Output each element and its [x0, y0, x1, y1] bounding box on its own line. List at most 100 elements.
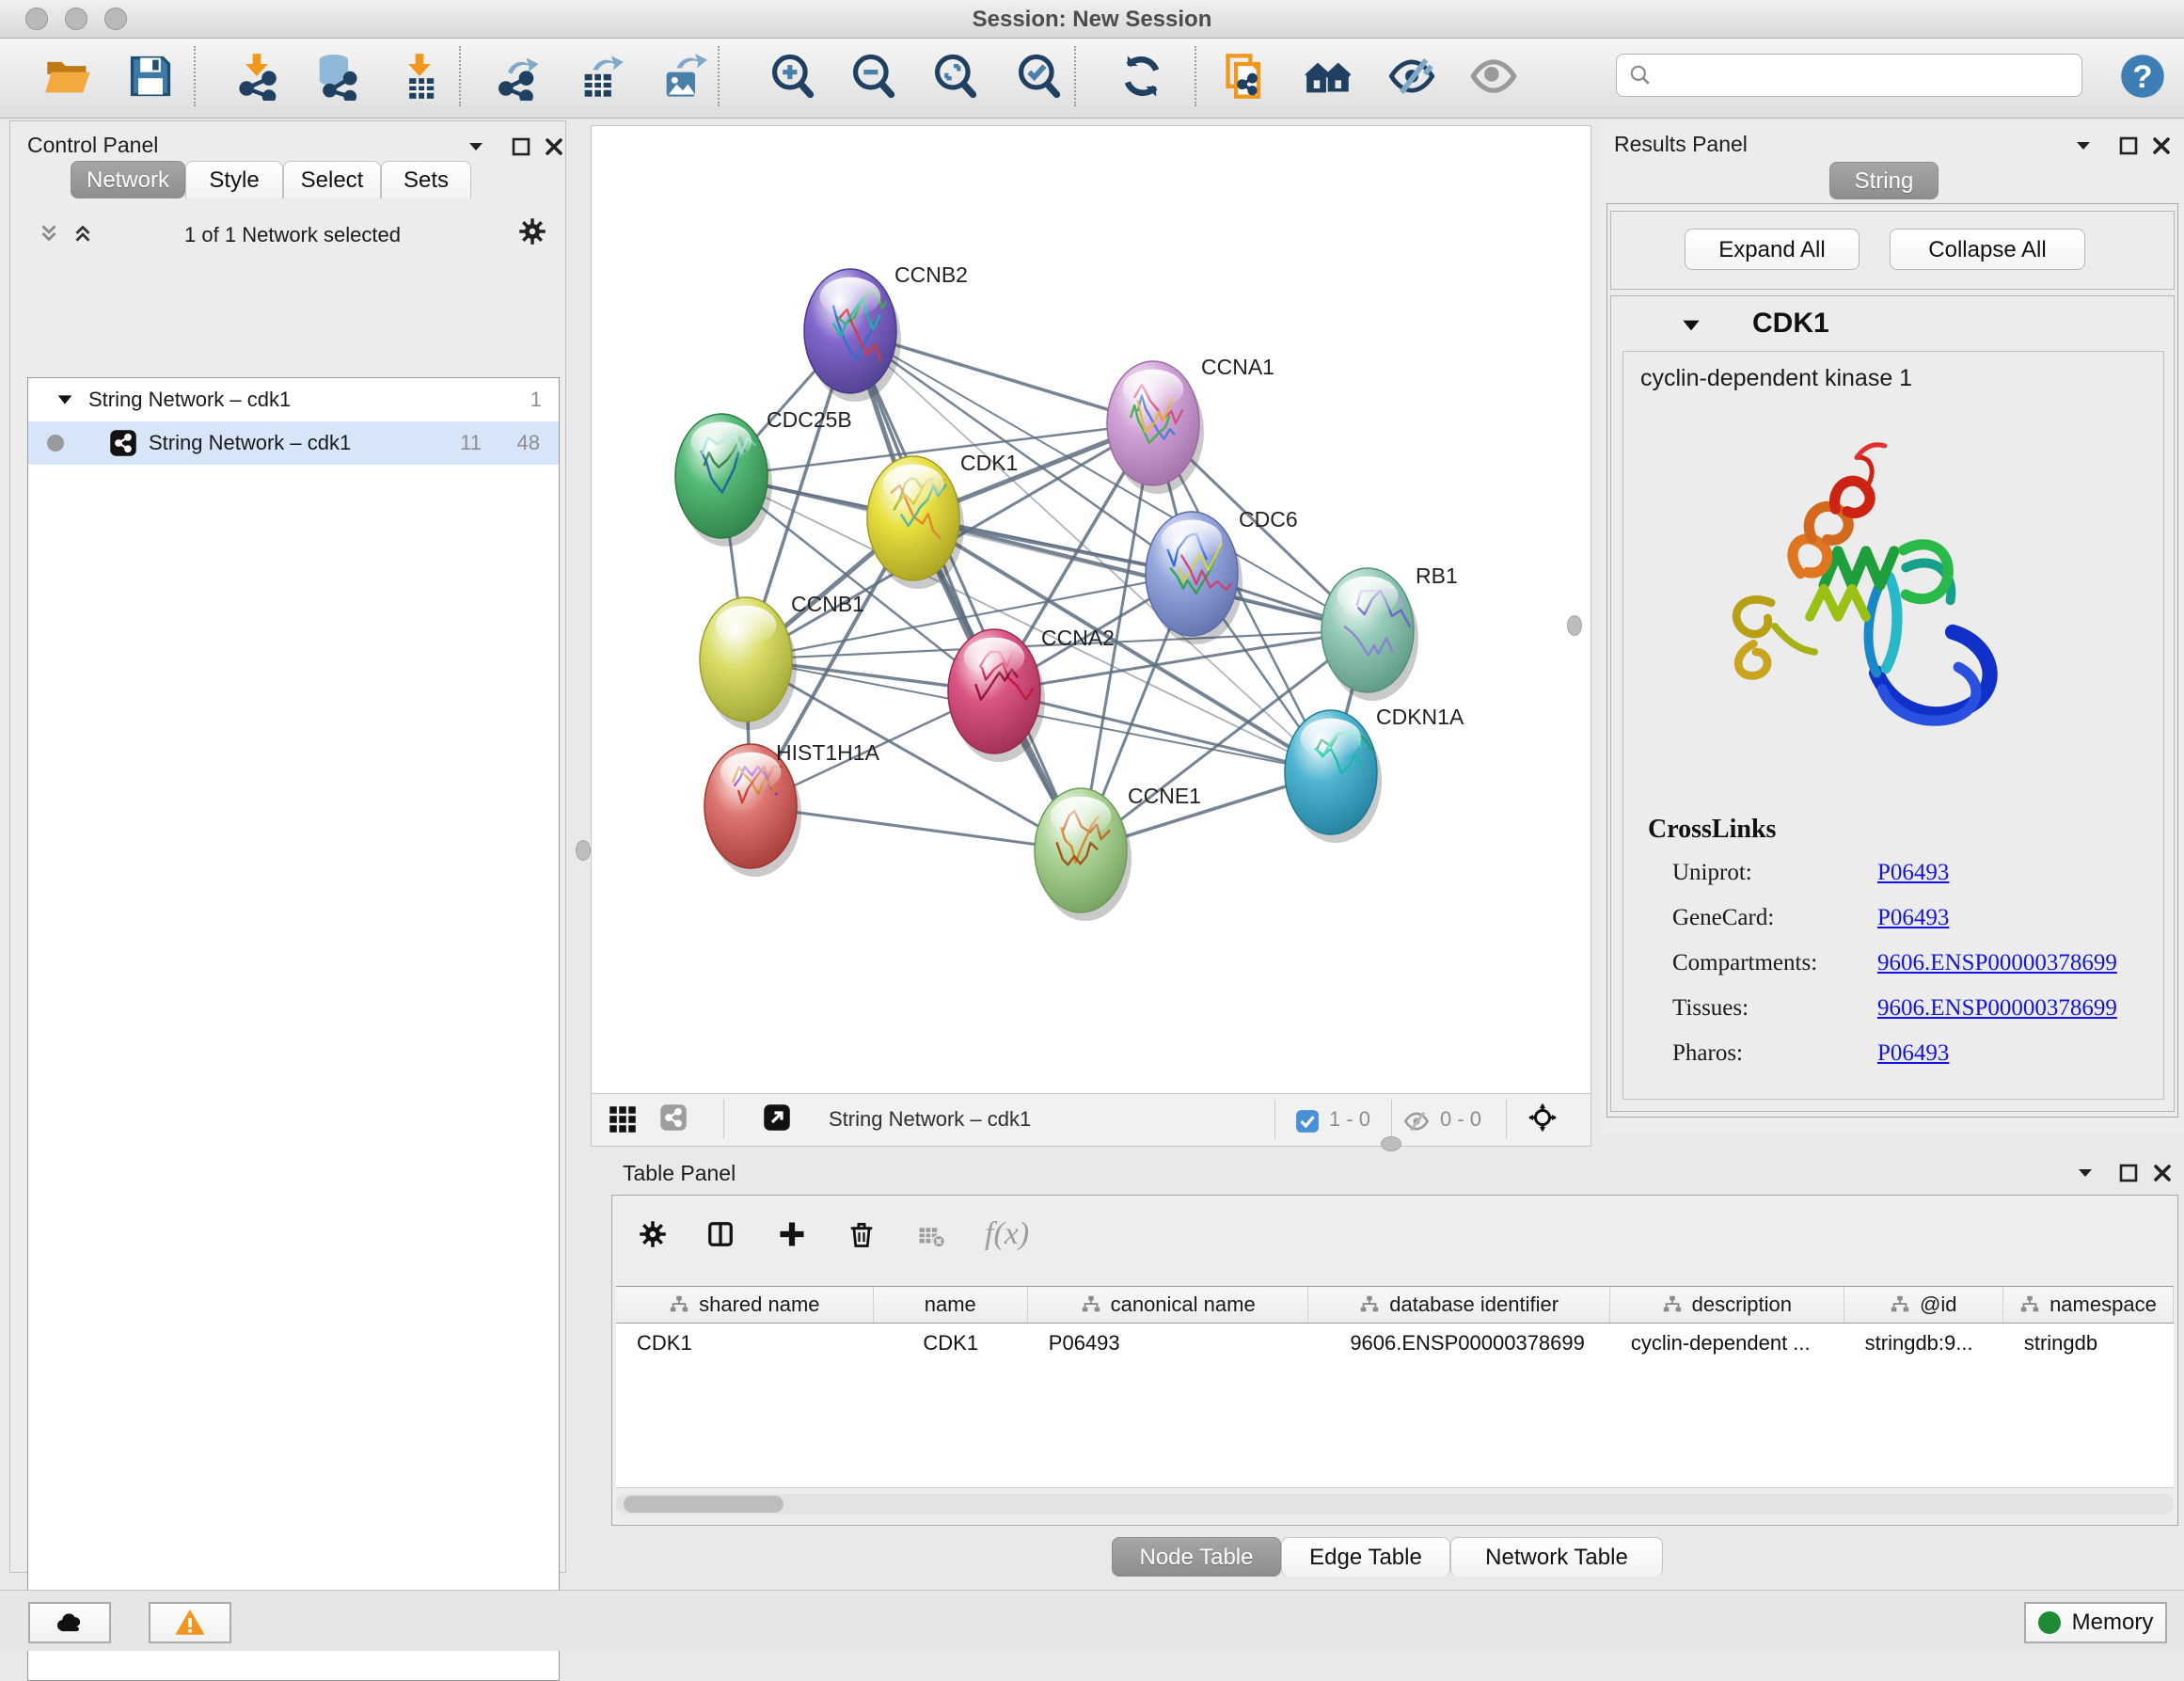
column-header-@id[interactable]: @id	[1844, 1287, 2003, 1323]
toolbar-search[interactable]	[1616, 54, 2082, 97]
hide-selected-button[interactable]	[1385, 50, 1438, 103]
crosslink-value-link[interactable]: P06493	[1877, 905, 1949, 931]
warnings-button[interactable]	[149, 1602, 231, 1643]
column-header-canonical-name[interactable]: canonical name	[1028, 1287, 1309, 1323]
tab-select[interactable]: Select	[283, 161, 381, 198]
bottom-splitter-handle[interactable]	[1381, 1136, 1401, 1151]
node-HIST1H1A[interactable]: HIST1H1A	[704, 740, 880, 877]
collection-count: 1	[504, 388, 542, 412]
panel-close-icon[interactable]	[540, 133, 568, 161]
scrollbar-thumb[interactable]	[624, 1496, 783, 1513]
grid-view-icon[interactable]	[609, 1105, 637, 1134]
horizontal-scrollbar[interactable]	[616, 1494, 2174, 1514]
table-body: CDK1CDK1P064939606.ENSP00000378699cyclin…	[616, 1324, 2174, 1363]
zoom-selected-button[interactable]	[1012, 50, 1065, 103]
cell-@id: stringdb:9...	[1844, 1324, 2003, 1363]
export-image-button[interactable]	[657, 50, 709, 103]
first-neighbors-button[interactable]	[1303, 50, 1355, 103]
zoom-out-button[interactable]	[847, 50, 899, 103]
table-panel-title: Table Panel	[623, 1161, 736, 1186]
tab-node-table[interactable]: Node Table	[1112, 1537, 1281, 1577]
panel-collapse-icon[interactable]	[2069, 132, 2097, 160]
tab-edge-table[interactable]: Edge Table	[1281, 1537, 1450, 1577]
hidden-eye-slash-icon[interactable]	[1402, 1107, 1431, 1135]
cell-description: cyclin-dependent ...	[1610, 1324, 1844, 1363]
center-view-icon[interactable]	[1528, 1103, 1557, 1132]
show-all-button[interactable]	[1467, 50, 1520, 103]
panel-float-icon[interactable]	[507, 133, 535, 161]
apply-layout-button[interactable]	[1116, 50, 1168, 103]
delete-column-icon[interactable]	[847, 1220, 876, 1248]
memory-status-dot	[2038, 1611, 2061, 1634]
import-network-file-button[interactable]	[230, 50, 283, 103]
import-table-file-button[interactable]	[393, 50, 446, 103]
column-header-name[interactable]: name	[874, 1287, 1028, 1323]
separator	[723, 1100, 724, 1139]
tree-expander-icon[interactable]	[55, 389, 75, 410]
zoom-fit-button[interactable]	[928, 50, 981, 103]
network-row-selected[interactable]: String Network – cdk1 11 48	[28, 421, 559, 465]
column-header-namespace[interactable]: namespace	[2003, 1287, 2174, 1323]
node-CDKN1A[interactable]: CDKN1A	[1285, 705, 1464, 843]
column-header-description[interactable]: description	[1610, 1287, 1844, 1323]
zoom-in-button[interactable]	[766, 50, 818, 103]
gear-icon[interactable]	[518, 217, 546, 246]
collapse-all-button[interactable]: Collapse All	[1890, 229, 2085, 270]
column-header-shared-name[interactable]: shared name	[616, 1287, 874, 1323]
help-button[interactable]: ?	[2116, 50, 2169, 103]
node-RB1[interactable]: RB1	[1321, 563, 1458, 701]
network-canvas[interactable]: CCNB2CCNA1CDC25BCDK1CDC6RB1CCNB1CCNA2CDK…	[591, 125, 1591, 1094]
tab-network[interactable]: Network	[71, 161, 185, 198]
tab-string[interactable]: String	[1829, 162, 1939, 199]
network-graph[interactable]: CCNB2CCNA1CDC25BCDK1CDC6RB1CCNB1CCNA2CDK…	[592, 126, 1591, 1093]
node-CCNA1[interactable]: CCNA1	[1107, 355, 1274, 494]
cloud-button[interactable]	[28, 1602, 111, 1643]
add-column-icon[interactable]	[778, 1220, 806, 1248]
tab-style[interactable]: Style	[185, 161, 283, 198]
table-gear-icon[interactable]	[639, 1220, 667, 1248]
tab-sets[interactable]: Sets	[381, 161, 471, 198]
open-session-button[interactable]	[41, 50, 94, 103]
collapse-all-tree-icon[interactable]	[35, 219, 63, 247]
new-network-from-selection-button[interactable]	[1220, 50, 1273, 103]
panel-close-icon[interactable]	[2147, 132, 2176, 160]
network-collection-label: String Network – cdk1	[88, 388, 291, 412]
search-input[interactable]	[1653, 62, 2051, 88]
column-header-database-identifier[interactable]: database identifier	[1308, 1287, 1609, 1323]
network-status-dot	[47, 435, 64, 452]
panel-float-icon[interactable]	[2114, 1159, 2143, 1187]
table-row[interactable]: CDK1CDK1P064939606.ENSP00000378699cyclin…	[616, 1324, 2174, 1363]
export-table-button[interactable]	[575, 50, 627, 103]
section-expander-icon[interactable]	[1679, 313, 1703, 338]
node-CCNB2[interactable]: CCNB2	[804, 262, 968, 402]
panel-close-icon[interactable]	[2148, 1159, 2176, 1187]
open-in-window-icon[interactable]	[763, 1103, 791, 1132]
save-session-button[interactable]	[124, 50, 177, 103]
crosslink-value-link[interactable]: P06493	[1877, 1040, 1949, 1067]
node-CCNE1[interactable]: CCNE1	[1035, 784, 1201, 921]
show-columns-icon[interactable]	[706, 1220, 735, 1248]
save-icon	[126, 52, 175, 101]
network-collection-row[interactable]: String Network – cdk1 1	[28, 378, 559, 421]
export-network-icon	[496, 52, 545, 101]
network-badge-icon[interactable]	[659, 1103, 688, 1132]
left-splitter-handle[interactable]	[576, 840, 591, 861]
panel-collapse-icon[interactable]	[462, 133, 490, 161]
node-CCNB1[interactable]: CCNB1	[700, 592, 864, 730]
panel-float-icon[interactable]	[2114, 132, 2143, 160]
crosslink-value-link[interactable]: 9606.ENSP00000378699	[1877, 995, 2117, 1022]
toolbar-separator	[1074, 46, 1076, 106]
selected-checkbox-icon[interactable]	[1293, 1107, 1321, 1135]
crosslink-value-link[interactable]: 9606.ENSP00000378699	[1877, 950, 2117, 976]
expand-all-button[interactable]: Expand All	[1685, 229, 1860, 270]
panel-collapse-icon[interactable]	[2071, 1159, 2099, 1187]
edge-CCNB2-CCNE1[interactable]	[850, 331, 1081, 850]
expand-all-tree-icon[interactable]	[69, 219, 97, 247]
memory-button[interactable]: Memory	[2024, 1602, 2167, 1643]
import-network-database-button[interactable]	[309, 50, 362, 103]
tab-network-table[interactable]: Network Table	[1450, 1537, 1663, 1577]
right-splitter-handle[interactable]	[1567, 615, 1582, 636]
export-network-button[interactable]	[494, 50, 546, 103]
crosslink-value-link[interactable]: P06493	[1877, 860, 1949, 886]
toolbar-separator	[459, 46, 461, 106]
